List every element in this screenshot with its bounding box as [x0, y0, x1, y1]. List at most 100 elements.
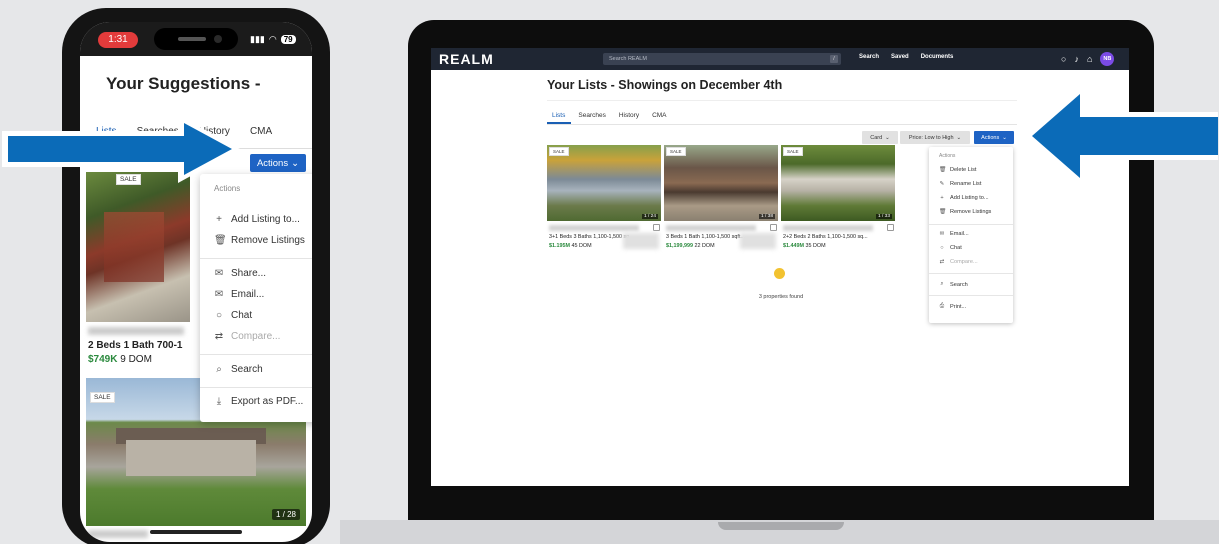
menu-item-search[interactable]: ⌕ Search	[214, 364, 263, 375]
edit-icon: ✎	[939, 181, 945, 187]
listing-price: $1.195M	[549, 243, 570, 249]
nav-search[interactable]: Search	[859, 54, 879, 60]
menu-item-label: Chat	[950, 245, 962, 251]
size-value: 1,100-1,500 sqft...	[701, 234, 745, 240]
listing-details: 2 Beds 1 Bath 700-1	[88, 340, 183, 351]
menu-item-label: Remove Listings	[231, 235, 305, 246]
listing-photo[interactable]: SALE 1 / 38	[664, 145, 778, 221]
select-checkbox[interactable]	[653, 224, 660, 231]
menu-item-label: Search	[950, 281, 968, 288]
chevron-down-icon: ⌄	[885, 134, 890, 141]
listing-price-row: $1.195M 45 DOM	[549, 243, 592, 249]
listing-address-blurred	[549, 225, 639, 231]
blurred-info	[740, 233, 776, 249]
avatar[interactable]: NB	[1100, 52, 1115, 66]
search-icon: ⌕	[216, 364, 222, 375]
baths-value: 3 Baths	[573, 234, 592, 240]
view-mode-dropdown[interactable]: Card ⌄	[862, 131, 898, 144]
compare-icon: ⇄	[939, 259, 945, 265]
menu-item-chat[interactable]: ○ Chat	[939, 245, 962, 251]
menu-item-add-listing[interactable]: + Add Listing to...	[939, 195, 989, 201]
select-checkbox[interactable]	[887, 224, 894, 231]
sort-label: Price: Low to High	[908, 134, 954, 141]
menu-item-label: Share...	[231, 268, 267, 279]
menu-item-label: Add Listing to...	[950, 195, 989, 201]
house-body	[126, 440, 256, 476]
listing-address-blurred	[666, 225, 756, 231]
listing-dom: 9 DOM	[120, 354, 152, 365]
listing-photo[interactable]: SALE	[86, 172, 190, 322]
status-time: 1:31	[98, 32, 138, 48]
email-icon: ✉	[939, 231, 945, 237]
realm-logo[interactable]: REALM	[439, 51, 494, 67]
menu-item-search[interactable]: ⌕ Search	[939, 281, 968, 288]
share-icon: ✉	[214, 268, 224, 279]
menu-item-print[interactable]: ⎙ Print...	[939, 303, 966, 310]
signal-icon: ▮▮▮	[250, 34, 265, 44]
actions-button[interactable]: Actions ⌄	[250, 154, 306, 172]
menu-item-label: Compare...	[231, 331, 281, 342]
photo-count: 1 / 33	[875, 214, 892, 219]
menu-item-email[interactable]: ✉ Email...	[214, 289, 265, 300]
page-title: Your Lists - Showings on December 4th	[547, 78, 783, 92]
menu-item-label: Export as PDF...	[231, 396, 304, 407]
sort-dropdown[interactable]: Price: Low to High ⌄	[900, 131, 970, 144]
actions-button[interactable]: Actions ⌄	[974, 131, 1014, 144]
listing-card[interactable]: SALE 1 / 24 3+1 Beds 3 Baths 1,100-1,500…	[547, 145, 661, 249]
page-title: Your Suggestions -	[106, 74, 261, 93]
menu-item-label: Add Listing to...	[231, 214, 300, 225]
actions-label: Actions	[981, 134, 1000, 141]
export-icon: ⤓	[216, 396, 222, 407]
listing-price-row: $749K 9 DOM	[88, 354, 152, 365]
menu-item-add-listing[interactable]: + Add Listing to...	[214, 214, 300, 225]
chat-icon[interactable]: ○	[1061, 54, 1066, 64]
listing-photo[interactable]: SALE 1 / 24	[547, 145, 661, 221]
bell-icon[interactable]: ♪	[1074, 54, 1079, 64]
menu-divider	[200, 258, 312, 259]
listing-card[interactable]: SALE 1 / 33 2+2 Beds 2 Baths 1,100-1,500…	[781, 145, 895, 249]
tab-cma[interactable]: CMA	[652, 112, 666, 119]
menu-item-remove-listings[interactable]: 🗑 Remove Listings	[214, 235, 305, 246]
nav-documents[interactable]: Documents	[921, 54, 954, 60]
listing-dom: 22 DOM	[694, 243, 715, 249]
photo-count: 1 / 28	[271, 509, 300, 520]
photo-count: 1 / 38	[758, 214, 775, 219]
print-icon: ⎙	[939, 303, 945, 309]
listing-card[interactable]: SALE 1 / 38 3 Beds 1 Bath 1,100-1,500 sq…	[664, 145, 778, 249]
phone-device: 1:31 ▮▮▮ ◠ 79 Your Suggestions - Lists S…	[62, 8, 330, 544]
nav-saved[interactable]: Saved	[891, 54, 909, 60]
listing-price: $749K	[88, 354, 118, 365]
menu-item-compare[interactable]: ⇄ Compare...	[939, 259, 978, 265]
menu-divider	[929, 273, 1013, 274]
beds-value: 2 Beds	[88, 340, 121, 351]
listing-photo[interactable]: SALE 1 / 33	[781, 145, 895, 221]
menu-item-email[interactable]: ✉ Email...	[939, 231, 969, 237]
menu-item-label: Compare...	[950, 259, 978, 265]
menu-item-delete-list[interactable]: 🗑 Delete List	[939, 167, 976, 173]
divider	[547, 100, 1017, 101]
menu-item-remove-listings[interactable]: 🗑 Remove Listings	[939, 209, 991, 215]
search-icon: ⌕	[940, 281, 944, 287]
menu-item-label: Email...	[231, 289, 265, 300]
menu-item-compare[interactable]: ⇄ Compare...	[214, 331, 281, 342]
menu-divider	[200, 354, 312, 355]
shortcut-key: /	[830, 55, 838, 63]
results-count: 3 properties found	[758, 294, 804, 300]
island-speaker	[178, 37, 206, 41]
search-input[interactable]: Search REALM /	[603, 53, 841, 65]
menu-item-rename-list[interactable]: ✎ Rename List	[939, 181, 982, 187]
select-checkbox[interactable]	[770, 224, 777, 231]
tab-searches[interactable]: Searches	[578, 112, 605, 119]
home-icon[interactable]: ⌂	[1087, 54, 1092, 64]
chevron-down-icon: ⌄	[956, 134, 962, 141]
tab-cma[interactable]: CMA	[250, 126, 272, 137]
plus-icon: +	[940, 195, 944, 201]
tab-history[interactable]: History	[619, 112, 639, 119]
nav-links: Search Saved Documents	[859, 54, 953, 60]
tab-lists[interactable]: Lists	[552, 112, 565, 119]
menu-item-export-pdf[interactable]: ⤓ Export as PDF...	[214, 396, 303, 407]
menu-item-chat[interactable]: ○ Chat	[214, 310, 252, 321]
view-mode-label: Card	[870, 134, 883, 141]
menu-item-share[interactable]: ✉ Share...	[214, 268, 266, 279]
menu-divider	[200, 387, 312, 388]
